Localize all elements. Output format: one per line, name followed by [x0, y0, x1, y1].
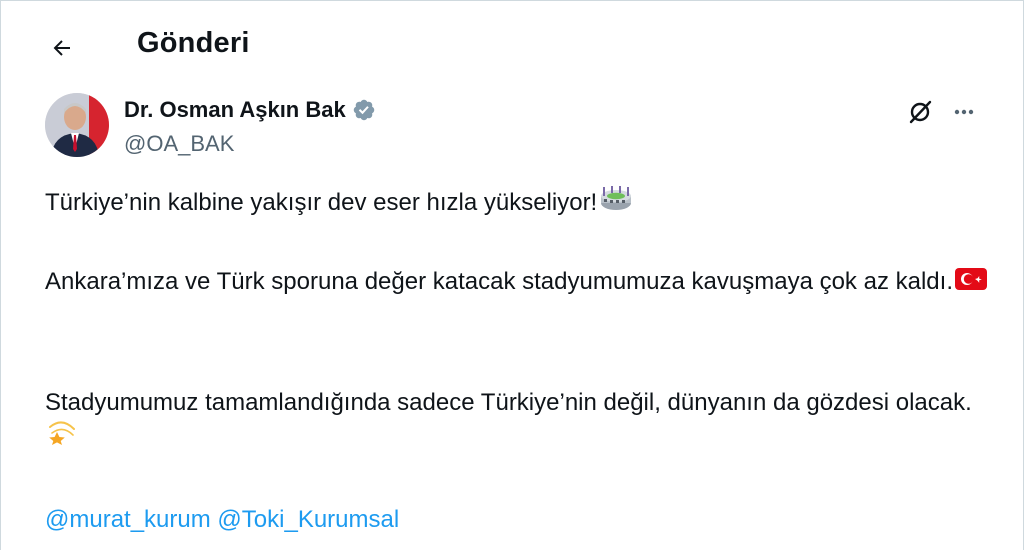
dizzy-star-emoji-icon — [47, 419, 77, 454]
tweet-paragraph: Stadyumumuz tamamlandığında sadece Türki… — [45, 386, 995, 454]
back-button[interactable] — [44, 30, 80, 66]
verified-badge-icon — [353, 99, 374, 121]
grok-button[interactable] — [904, 96, 936, 128]
tweet-paragraph-text: Stadyumumuz tamamlandığında sadece Türki… — [45, 389, 972, 416]
author-handle[interactable]: @OA_BAK — [124, 131, 234, 157]
stadium-emoji-icon — [599, 186, 633, 221]
mention-link[interactable]: @Toki_Kurumsal — [217, 506, 399, 533]
author-name[interactable]: Dr. Osman Aşkın Bak — [124, 97, 376, 123]
mentions-line: @murat_kurum @Toki_Kurumsal — [45, 503, 995, 536]
turkey-flag-emoji-icon — [954, 266, 987, 299]
mention-link[interactable]: @murat_kurum — [45, 506, 211, 533]
tweet-paragraph: Ankara’mıza ve Türk sporuna değer kataca… — [45, 265, 995, 299]
avatar-image — [45, 93, 109, 157]
more-options-button[interactable] — [948, 96, 980, 128]
tweet-paragraph-text: Ankara’mıza ve Türk sporuna değer kataca… — [45, 268, 953, 295]
grok-icon — [909, 100, 932, 124]
arrow-left-icon — [53, 40, 70, 56]
tweet-paragraph: Türkiye’nin kalbine yakışır dev eser hız… — [45, 186, 995, 221]
avatar[interactable] — [45, 93, 109, 157]
more-horizontal-icon — [954, 109, 974, 115]
page-title: Gönderi — [137, 27, 250, 59]
author-name-text: Dr. Osman Aşkın Bak — [124, 97, 346, 122]
header-bar: Gönderi — [0, 0, 1024, 86]
tweet-paragraph-text: Türkiye’nin kalbine yakışır dev eser hız… — [45, 189, 598, 216]
